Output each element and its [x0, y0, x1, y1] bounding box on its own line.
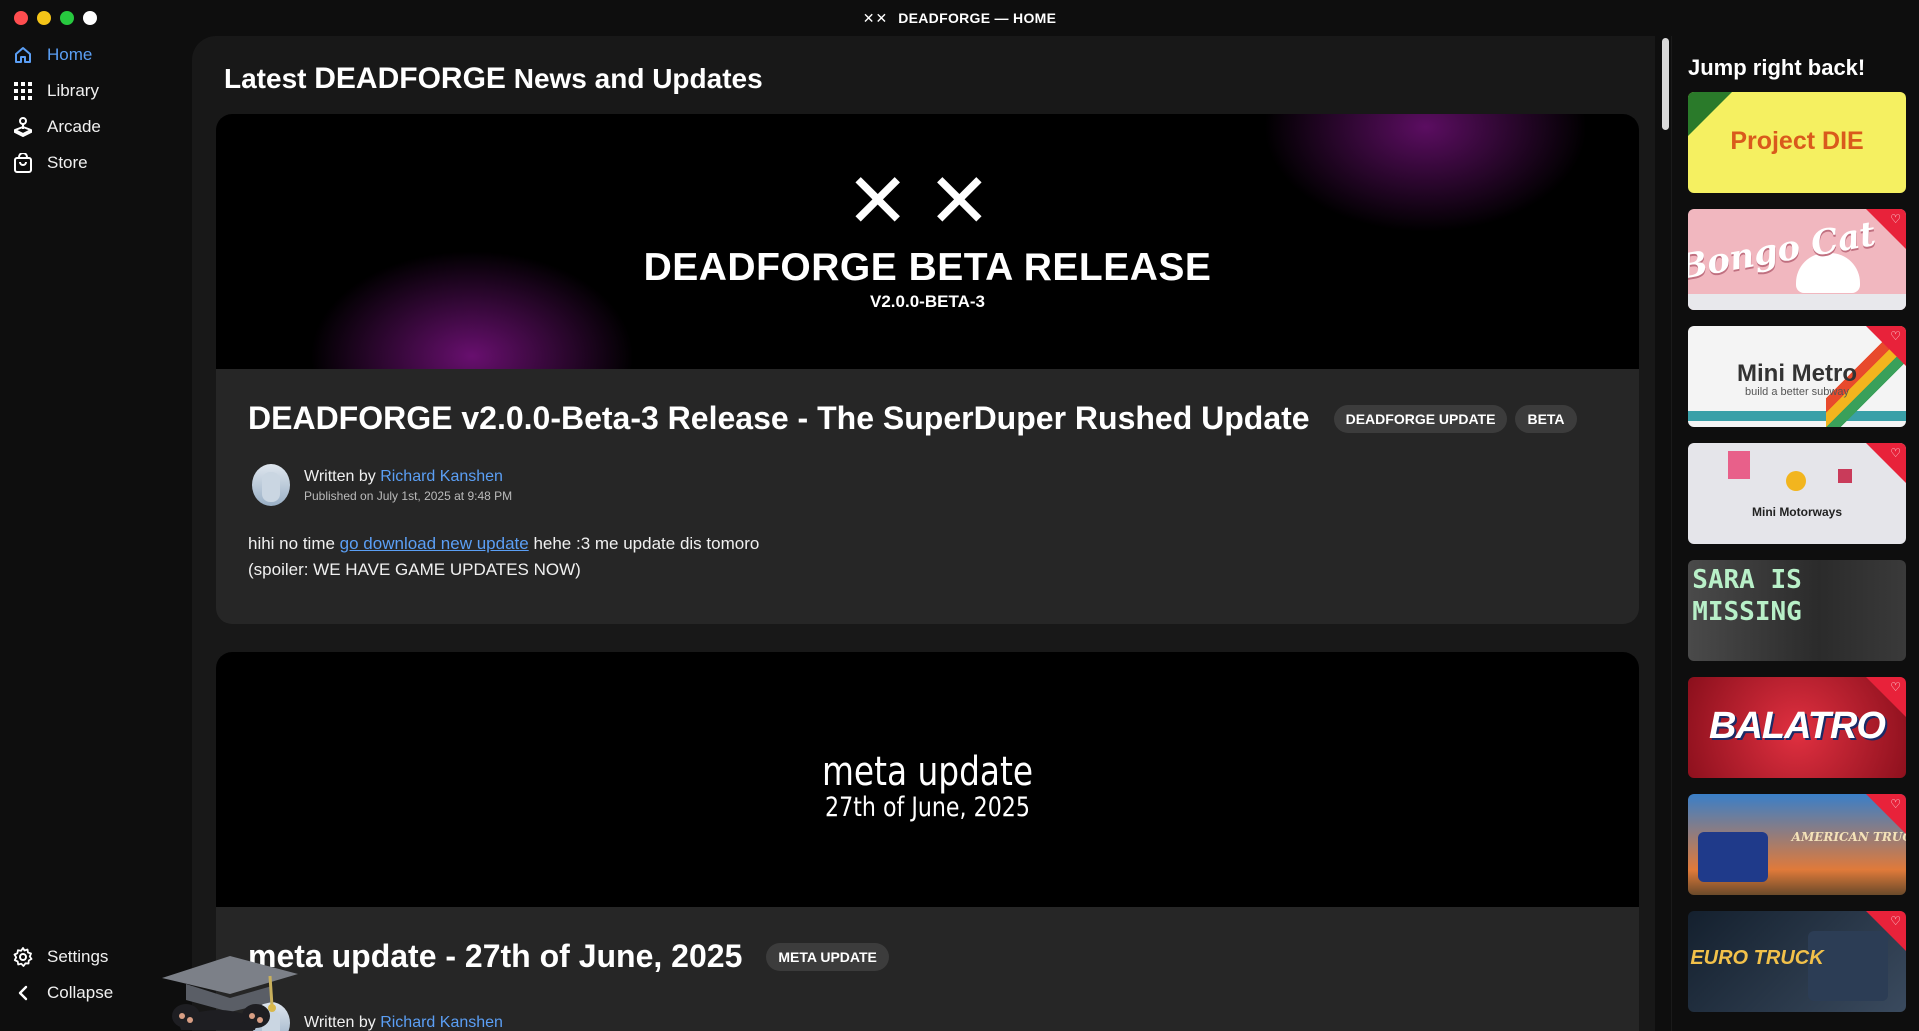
tag-badge[interactable]: DEADFORGE UPDATE [1333, 404, 1508, 433]
divider [1671, 36, 1672, 1031]
title-bar: ✕✕ DEADFORGE — HOME [0, 0, 1919, 36]
deadforge-logo-icon: ✕✕ [845, 159, 1010, 244]
app-window: ✕✕DEADFORGE — HOME Home Library Arcade [0, 0, 1919, 1031]
post-title[interactable]: DEADFORGE v2.0.0-Beta-3 Release - The Su… [248, 400, 1310, 437]
post-header: meta update - 27th of June, 2025 META UP… [248, 938, 897, 975]
recent-games-title: Jump right back! [1688, 55, 1866, 80]
collapse-button[interactable]: Collapse [12, 978, 113, 1008]
publish-date: Published on July 1st, 2025 at 9:48 PM [304, 488, 513, 503]
sidebar-item-arcade[interactable]: Arcade [12, 112, 101, 142]
post-header: DEADFORGE v2.0.0-Beta-3 Release - The Su… [248, 400, 1585, 437]
app-logo-icon: ✕✕ [862, 10, 889, 26]
joystick-icon [12, 116, 34, 138]
home-icon [12, 44, 34, 66]
tag-badge[interactable]: BETA [1515, 404, 1577, 433]
game-tile-project-die[interactable]: Project DIE [1688, 92, 1906, 193]
scrollbar-thumb[interactable] [1662, 38, 1669, 130]
post-title[interactable]: meta update - 27th of June, 2025 [248, 938, 742, 975]
heart-icon[interactable]: ♡ [1890, 446, 1901, 460]
settings-button[interactable]: Settings [12, 942, 108, 972]
shopping-bag-icon [12, 152, 34, 174]
scrollbar[interactable] [1661, 36, 1669, 1031]
heart-icon[interactable]: ♡ [1890, 797, 1901, 811]
author-link[interactable]: Richard Kanshen [380, 468, 503, 485]
game-tile-mini-motorways[interactable]: Mini Motorways ♡ [1688, 443, 1906, 544]
news-card[interactable]: meta update 27th of June, 2025 meta upda… [216, 652, 1639, 1031]
tag-badge[interactable]: META UPDATE [766, 942, 889, 971]
game-tile-balatro[interactable]: BALATRO ♡ [1688, 677, 1906, 778]
game-tile-american-truck[interactable]: AMERICAN TRUCK ♡ [1688, 794, 1906, 895]
heart-icon[interactable]: ♡ [1890, 329, 1901, 343]
gear-icon [12, 946, 34, 968]
game-tile-sara-is-missing[interactable]: SARA IS MISSING [1688, 560, 1906, 661]
sidebar-item-library[interactable]: Library [12, 76, 99, 106]
banner-title: DEADFORGE BETA RELEASE [643, 246, 1212, 289]
mascot-cat-graduation-cap [160, 950, 300, 1031]
banner-subtitle: 27th of June, 2025 [825, 792, 1030, 823]
post-author: Written by Richard Kanshen Published on … [252, 464, 512, 506]
sidebar-item-store[interactable]: Store [12, 148, 88, 178]
news-card[interactable]: ✕✕ DEADFORGE BETA RELEASE V2.0.0-BETA-3 … [216, 114, 1639, 624]
post-body: hihi no time go download new update hehe… [248, 534, 760, 579]
heart-icon[interactable]: ♡ [1890, 914, 1901, 928]
download-update-link[interactable]: go download new update [340, 534, 529, 553]
game-tile-bongo-cat[interactable]: Bongo Cat ♡ [1688, 209, 1906, 310]
heart-icon[interactable]: ♡ [1890, 680, 1901, 694]
game-tile-mini-metro[interactable]: Mini Metro build a better subway ♡ [1688, 326, 1906, 427]
banner-subtitle: V2.0.0-BETA-3 [870, 292, 985, 311]
author-link[interactable]: Richard Kanshen [380, 1014, 503, 1031]
chevron-left-icon [12, 982, 34, 1004]
page-title: Latest DEADFORGE News and Updates [224, 62, 763, 95]
sidebar-item-home[interactable]: Home [12, 40, 92, 70]
author-avatar[interactable] [252, 464, 290, 506]
news-banner: ✕✕ DEADFORGE BETA RELEASE V2.0.0-BETA-3 [216, 114, 1639, 369]
heart-icon[interactable]: ♡ [1890, 212, 1901, 226]
news-feed[interactable]: Latest DEADFORGE News and Updates ✕✕ DEA… [192, 36, 1655, 1031]
news-banner: meta update 27th of June, 2025 [216, 652, 1639, 907]
grid-icon [12, 80, 34, 102]
sidebar: Home Library Arcade Store Settings Colla… [0, 36, 192, 1031]
game-tile-euro-truck[interactable]: EURO TRUCK ♡ [1688, 911, 1906, 1012]
window-title: ✕✕ DEADFORGE — HOME [862, 10, 1057, 26]
banner-title: meta update [821, 749, 1034, 795]
